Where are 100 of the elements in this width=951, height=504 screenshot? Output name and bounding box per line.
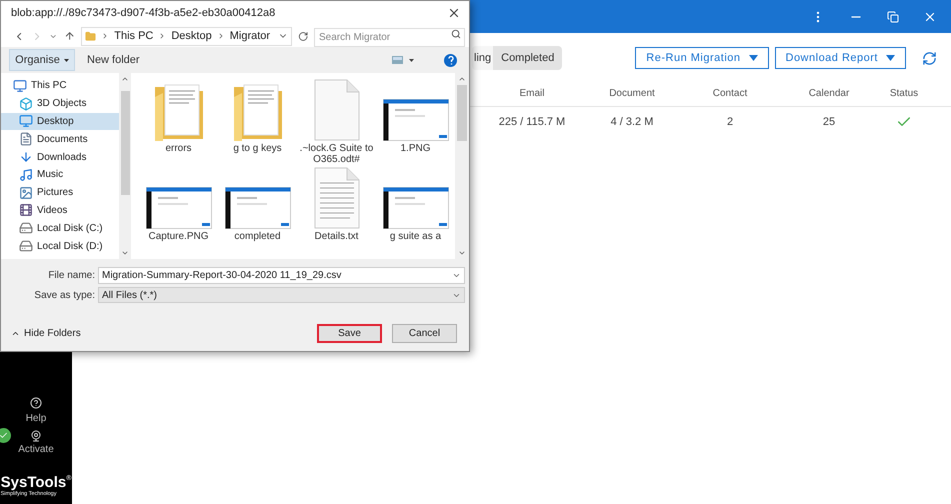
dropdown-button[interactable]: Re-Run Migration [635, 47, 768, 69]
file-item[interactable]: Capture.PNG [139, 167, 218, 255]
column-header: Status [888, 87, 920, 101]
breadcrumb[interactable]: Migrator [230, 28, 270, 44]
search-icon[interactable] [451, 28, 461, 38]
scroll-down-icon[interactable] [121, 249, 129, 257]
caret-icon [452, 271, 461, 280]
tree-item[interactable]: Videos [1, 202, 119, 220]
file-item[interactable]: g suite as a [376, 167, 455, 255]
file-item[interactable]: .~lock.G Suite to O365.odt# [297, 79, 376, 167]
file-name: g to g keys [232, 143, 283, 154]
caret-icon [11, 329, 20, 338]
restore-icon[interactable] [887, 10, 899, 22]
logo: SysTools [0, 475, 66, 491]
tree-item[interactable]: This PC [1, 77, 119, 95]
file-type-select[interactable]: All Files (*.*) [98, 287, 465, 303]
music-note-icon [19, 168, 33, 182]
tree-item-label: Desktop [37, 114, 74, 129]
tree-item[interactable]: Documents [1, 130, 119, 148]
tree-item-label: Pictures [37, 186, 74, 200]
scroll-up-icon[interactable] [121, 75, 129, 83]
document-icon [19, 132, 33, 146]
tree-item[interactable]: 3D Objects [1, 94, 119, 113]
tree-item-label: Downloads [37, 150, 86, 165]
refresh-icon[interactable] [922, 50, 937, 66]
dialog-title: blob:app://./89c73473-d907-4f3b-a5e2-eb30a00412a8 [11, 6, 276, 21]
address-bar[interactable]: This PC Desktop Migrator [81, 26, 292, 46]
file-name: g suite as a [388, 231, 442, 242]
tree-item[interactable]: Local Disk (D:) [1, 237, 119, 255]
table-cell-text: 2 [726, 114, 734, 130]
screenshot-thumbnail-icon [382, 99, 448, 141]
file-item[interactable]: 1.PNG [376, 79, 455, 167]
computer-icon [13, 78, 27, 93]
help-icon[interactable] [444, 54, 457, 66]
tree-item[interactable]: Local Disk (C:) [1, 219, 119, 238]
file-name: errors [164, 143, 193, 154]
scroll-up-icon[interactable] [458, 75, 466, 83]
dialog-button[interactable]: Save [317, 324, 382, 343]
dialog-button[interactable]: Cancel [392, 324, 457, 343]
tree-item[interactable]: Music [1, 166, 119, 184]
tree-item-label: Local Disk (D:) [37, 240, 103, 254]
blank-file-icon [314, 79, 360, 141]
desktop-icon [19, 114, 33, 128]
file-name: Details.txt [314, 231, 360, 242]
folder-icon [85, 30, 96, 42]
picture-icon [19, 186, 33, 200]
caret-icon [64, 58, 69, 62]
table-cell-text: 25 [822, 114, 836, 130]
caret-icon [886, 55, 895, 61]
new-folder-button[interactable]: New folder [83, 49, 144, 71]
field-label: File name: [47, 269, 96, 283]
refresh-icon[interactable] [298, 30, 308, 42]
webcam-icon[interactable] [30, 430, 42, 442]
scrollbar-thumb[interactable] [120, 91, 130, 195]
status-tab[interactable]: Completed [493, 46, 562, 70]
file-name: completed [233, 231, 282, 242]
screenshot-thumbnail-icon [146, 187, 212, 229]
tree-item[interactable]: Pictures [1, 184, 119, 202]
column-header: Contact [712, 87, 748, 101]
cube-icon [19, 96, 33, 111]
up-icon[interactable] [64, 30, 76, 42]
drive-icon [19, 221, 33, 236]
column-header: Email [518, 87, 546, 101]
organise-button[interactable]: Organise [9, 49, 75, 71]
scrollbar-thumb[interactable] [457, 85, 467, 141]
file-item[interactable]: errors [139, 79, 218, 167]
search-field[interactable]: Search Migrator [314, 28, 465, 47]
file-name: Capture.PNG [147, 231, 210, 242]
tree-item[interactable]: Desktop [1, 112, 119, 130]
file-name: .~lock.G Suite to O365.odt# [298, 143, 374, 165]
tree-item-label: Music [37, 168, 64, 182]
tree-item-label: Local Disk (C:) [37, 222, 103, 236]
file-item[interactable]: g to g keys [218, 79, 297, 167]
film-icon [19, 203, 33, 218]
tree-item[interactable]: Downloads [1, 148, 119, 166]
view-icon[interactable] [392, 56, 416, 64]
tree-item-label: Documents [37, 132, 88, 147]
download-icon [19, 150, 33, 164]
text-file-icon [314, 167, 360, 229]
file-item[interactable]: Details.txt [297, 167, 376, 255]
screenshot-thumbnail-icon [224, 187, 290, 229]
help-label[interactable]: Help [26, 411, 46, 426]
breadcrumb[interactable]: Desktop [171, 28, 212, 44]
breadcrumb[interactable]: This PC [114, 28, 154, 44]
table-cell-text: 225 / 115.7 M [498, 114, 566, 130]
drive-icon [19, 239, 33, 254]
activate-label[interactable]: Activate [18, 442, 54, 457]
hide-folders-button[interactable]: Hide Folders [11, 326, 81, 341]
field-label: Save as type: [33, 288, 96, 302]
column-header: Calendar [808, 87, 850, 101]
column-header: Document [608, 87, 656, 101]
dropdown-button[interactable]: Download Report [774, 47, 906, 69]
status-tab[interactable]: ling [472, 46, 494, 70]
close-icon[interactable] [447, 6, 461, 20]
tree-item-label: Videos [37, 204, 68, 218]
file-item[interactable]: completed [218, 167, 297, 255]
file-name-field[interactable]: Migration-Summary-Report-30-04-2020 11_19_29.csv [98, 267, 465, 284]
help-icon[interactable] [30, 397, 42, 409]
scroll-down-icon[interactable] [458, 249, 466, 257]
screenshot-thumbnail-icon [382, 187, 448, 229]
